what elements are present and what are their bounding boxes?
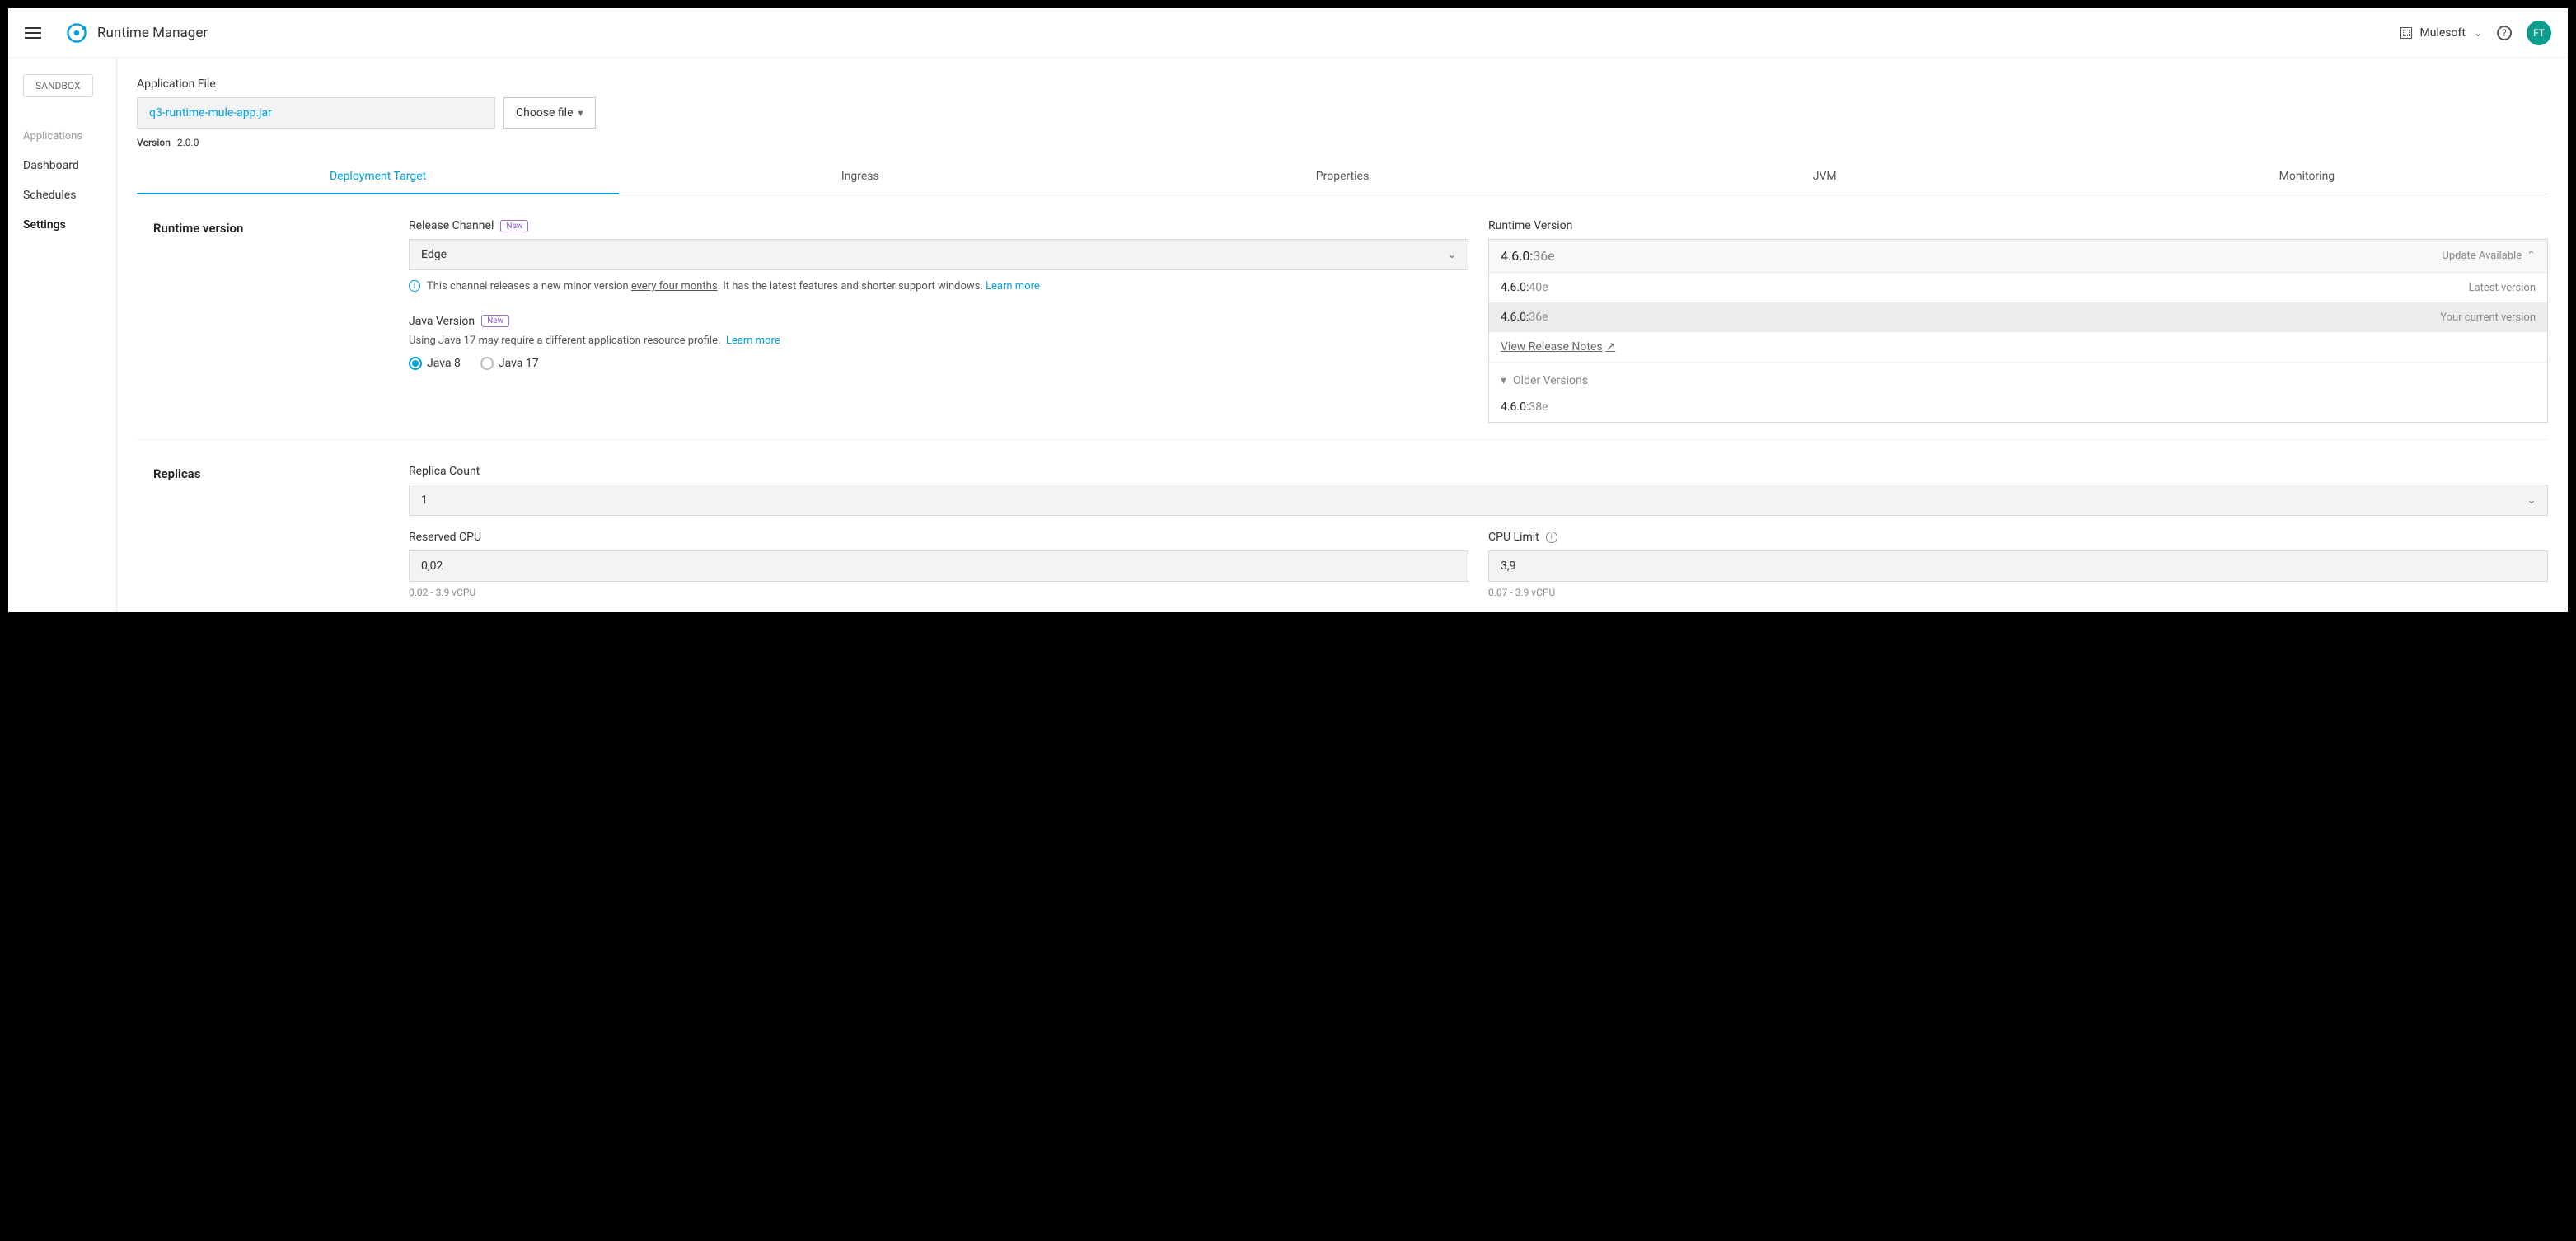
older-versions-toggle[interactable]: ▾ Older Versions: [1489, 362, 2547, 392]
runtime-version-option-latest[interactable]: 4.6.0:40e Latest version: [1489, 273, 2547, 302]
radio-checked-icon: [409, 357, 422, 370]
sidebar: SANDBOX Applications Dashboard Schedules…: [8, 58, 117, 612]
runtime-version-option-older[interactable]: 4.6.0:38e: [1489, 392, 2547, 422]
main-content: Application File q3-runtime-mule-app.jar…: [117, 58, 2568, 612]
cpu-limit-hint: 0.07 - 3.9 vCPU: [1488, 587, 2548, 598]
top-bar: Runtime Manager Mulesoft ⌄ ? FT: [8, 8, 2568, 58]
info-icon[interactable]: i: [1546, 532, 1557, 543]
org-name: Mulesoft: [2420, 26, 2466, 40]
tab-jvm[interactable]: JVM: [1584, 160, 2066, 194]
cpu-limit-input[interactable]: [1488, 550, 2548, 582]
java8-radio[interactable]: Java 8: [409, 357, 461, 370]
tabs: Deployment Target Ingress Properties JVM…: [137, 160, 2548, 194]
chevron-down-icon: ⌄: [2474, 27, 2482, 39]
release-channel-info: i This channel releases a new minor vers…: [409, 279, 1468, 295]
radio-unchecked-icon: [480, 357, 494, 370]
triangle-down-icon: ▾: [1501, 374, 1506, 387]
menu-icon[interactable]: [25, 27, 41, 39]
choose-file-button[interactable]: Choose file ▾: [503, 97, 596, 129]
sidebar-item-settings[interactable]: Settings: [8, 210, 116, 240]
chevron-down-icon: ⌄: [1448, 249, 1456, 260]
runtime-version-option-current[interactable]: 4.6.0:36e Your current version: [1489, 302, 2547, 332]
release-channel-select[interactable]: Edge ⌄: [409, 239, 1468, 270]
version-line: Version2.0.0: [137, 137, 2548, 148]
new-badge: New: [481, 315, 509, 327]
reserved-cpu-label: Reserved CPU: [409, 531, 1468, 544]
sidebar-item-applications[interactable]: Applications: [8, 122, 116, 151]
java-version-note: Using Java 17 may require a different ap…: [409, 335, 1468, 347]
tab-deployment-target[interactable]: Deployment Target: [137, 160, 619, 194]
caret-down-icon: ▾: [578, 107, 583, 119]
replica-count-label: Replica Count: [409, 465, 2548, 478]
building-icon: [2400, 27, 2412, 39]
tab-properties[interactable]: Properties: [1101, 160, 1583, 194]
reserved-cpu-input[interactable]: [409, 550, 1468, 582]
environment-badge[interactable]: SANDBOX: [23, 74, 93, 97]
chevron-down-icon: ⌄: [2527, 494, 2536, 506]
app-title: Runtime Manager: [97, 25, 208, 41]
section-replicas-title: Replicas: [153, 465, 409, 612]
sidebar-item-dashboard[interactable]: Dashboard: [8, 151, 116, 180]
external-link-icon: ↗: [1606, 340, 1616, 354]
sidebar-item-schedules[interactable]: Schedules: [8, 180, 116, 210]
java17-radio[interactable]: Java 17: [480, 357, 539, 370]
replica-count-select[interactable]: 1 ⌄: [409, 485, 2548, 516]
reserved-cpu-hint: 0.02 - 3.9 vCPU: [409, 587, 1468, 598]
cpu-limit-label: CPU Limit i: [1488, 531, 2548, 544]
info-icon: i: [409, 280, 420, 292]
avatar[interactable]: FT: [2527, 21, 2551, 45]
java-version-label: Java Version New: [409, 315, 1468, 328]
tab-monitoring[interactable]: Monitoring: [2066, 160, 2548, 194]
chevron-up-icon: ⌃: [2527, 250, 2536, 262]
new-badge: New: [500, 220, 528, 232]
org-selector[interactable]: Mulesoft ⌄: [2400, 26, 2483, 40]
tab-ingress[interactable]: Ingress: [619, 160, 1101, 194]
section-runtime-version-title: Runtime version: [153, 219, 409, 423]
runtime-version-panel: 4.6.0:36e Update Available⌃ 4.6.0:40e La…: [1488, 239, 2548, 423]
runtime-manager-logo: [66, 22, 87, 44]
release-channel-learn-more[interactable]: Learn more: [986, 280, 1040, 293]
application-file-input[interactable]: q3-runtime-mule-app.jar: [137, 97, 495, 129]
release-channel-label: Release Channel New: [409, 219, 1468, 232]
application-file-label: Application File: [137, 77, 2548, 91]
runtime-version-selected[interactable]: 4.6.0:36e Update Available⌃: [1489, 240, 2547, 273]
java-learn-more[interactable]: Learn more: [726, 335, 780, 347]
runtime-version-label: Runtime Version: [1488, 219, 2548, 232]
view-release-notes-link[interactable]: View Release Notes ↗: [1489, 332, 2547, 362]
help-icon[interactable]: ?: [2497, 26, 2512, 40]
